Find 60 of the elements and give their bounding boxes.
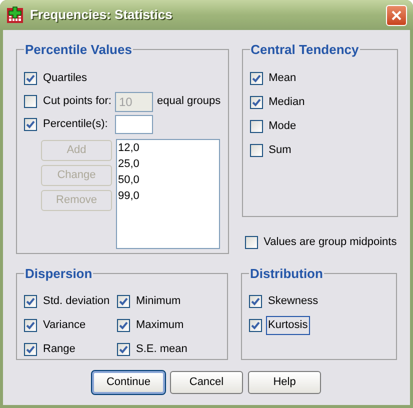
check-icon bbox=[119, 345, 128, 354]
checkbox-label[interactable]: Percentile(s): bbox=[41, 114, 110, 134]
percentile-field[interactable] bbox=[115, 114, 153, 134]
check-icon bbox=[252, 98, 261, 107]
check-icon bbox=[119, 321, 128, 330]
checkbox-label[interactable]: Median bbox=[266, 93, 307, 112]
check-icon bbox=[26, 321, 35, 330]
checkbox-label[interactable]: Std. deviation bbox=[41, 292, 112, 311]
group-title: Central Tendency bbox=[250, 41, 360, 59]
check-icon bbox=[26, 120, 35, 128]
list-item[interactable]: 99,0 bbox=[117, 188, 219, 204]
window-title: Frequencies: Statistics bbox=[30, 6, 172, 24]
group-title: Dispersion bbox=[24, 265, 94, 283]
checkbox[interactable] bbox=[24, 319, 37, 332]
group-title: Percentile Values bbox=[24, 41, 133, 59]
checkbox[interactable] bbox=[117, 343, 130, 356]
checkbox-label[interactable]: Quartiles bbox=[41, 69, 90, 88]
checkbox[interactable] bbox=[117, 295, 130, 308]
close-button[interactable] bbox=[386, 4, 407, 26]
checkbox[interactable] bbox=[250, 96, 263, 109]
check-icon bbox=[26, 345, 35, 354]
checkbox-label[interactable]: Sum bbox=[266, 141, 294, 160]
checkbox[interactable] bbox=[244, 236, 258, 248]
checkbox[interactable] bbox=[24, 72, 37, 85]
checkbox-label[interactable]: Skewness bbox=[266, 292, 320, 311]
checkbox-label[interactable]: Kurtosis bbox=[266, 316, 310, 335]
group-title: Distribution bbox=[249, 265, 324, 283]
checkbox[interactable] bbox=[250, 144, 263, 157]
close-icon bbox=[391, 10, 402, 20]
checkbox-label[interactable]: Mode bbox=[266, 117, 298, 136]
checkbox-label[interactable]: Variance bbox=[41, 316, 88, 335]
check-icon bbox=[26, 74, 35, 83]
checkbox[interactable] bbox=[24, 343, 37, 356]
check-icon bbox=[26, 297, 35, 306]
checkbox[interactable] bbox=[249, 295, 262, 308]
checkbox[interactable] bbox=[250, 72, 263, 85]
checkbox-label[interactable]: Minimum bbox=[134, 292, 183, 311]
checkbox-label[interactable]: Range bbox=[41, 340, 78, 359]
button[interactable]: Cancel bbox=[170, 371, 243, 394]
checkbox[interactable] bbox=[24, 118, 37, 130]
button[interactable]: Help bbox=[248, 371, 321, 394]
checkbox[interactable] bbox=[250, 120, 263, 133]
check-icon bbox=[252, 74, 261, 83]
check-icon bbox=[119, 297, 128, 306]
checkbox-label[interactable]: S.E. mean bbox=[134, 340, 190, 359]
checkbox-label[interactable]: Mean bbox=[266, 69, 298, 88]
list-item[interactable]: 50,0 bbox=[117, 172, 219, 188]
checkbox[interactable] bbox=[117, 319, 130, 332]
list-item[interactable]: 12,0 bbox=[117, 140, 219, 156]
checkbox-label[interactable]: Maximum bbox=[134, 316, 186, 335]
checkbox[interactable] bbox=[249, 319, 262, 332]
field-suffix: equal groups bbox=[157, 94, 221, 110]
checkbox[interactable] bbox=[24, 295, 37, 308]
button[interactable]: Continue bbox=[92, 371, 165, 394]
check-icon bbox=[251, 297, 260, 306]
check-icon bbox=[251, 321, 260, 330]
app-icon bbox=[6, 6, 24, 24]
checkbox-label[interactable]: Values are group midpoints bbox=[262, 232, 399, 252]
list-item[interactable]: 25,0 bbox=[117, 156, 219, 172]
percentile-list[interactable]: 12,0 25,0 50,0 99,0 bbox=[116, 138, 220, 248]
